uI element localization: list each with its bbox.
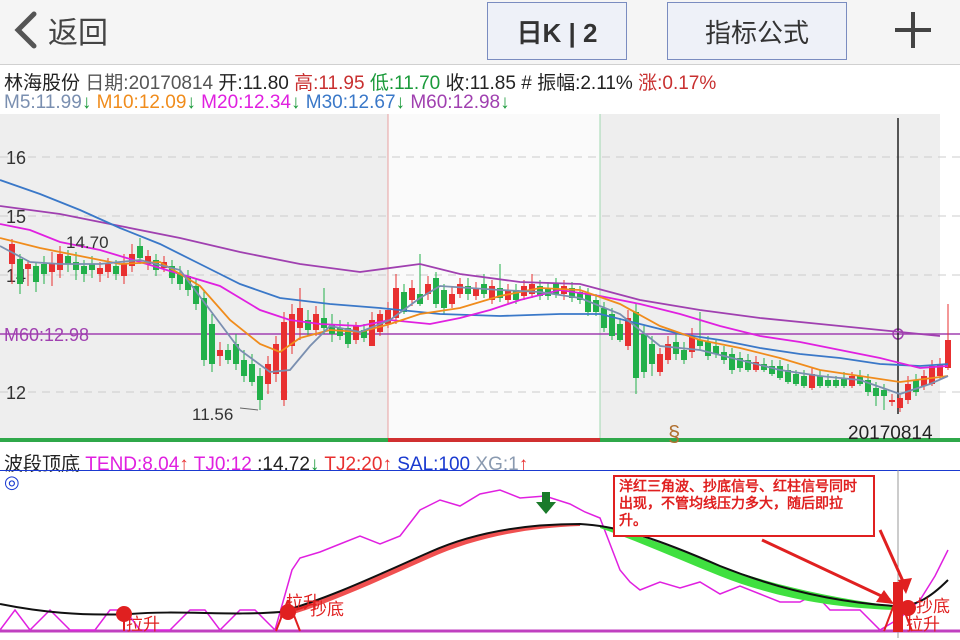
open-value: 11.80 [242, 73, 289, 94]
quote-info-line: 林海股份 日期:20170814 开:11.80 高:11.95 低:11.70… [4, 68, 716, 95]
low-marker: 11.56 [192, 405, 233, 424]
chevron-left-icon [14, 11, 37, 49]
kline-chart[interactable]: 16 15 14 12 M60:12.98 14.70 11.56 201708… [0, 114, 960, 444]
ma5-legend: M5:11.99↓ [4, 92, 92, 113]
ma30-legend: M30:12.67↓ [305, 92, 406, 113]
ma20-legend: M20:12.34↓ [201, 92, 301, 113]
high-value: 11.95 [318, 73, 365, 94]
close-label: 收: [445, 73, 470, 94]
high-marker: 14.70 [66, 233, 109, 252]
low-value: 11.70 [394, 73, 441, 94]
amplitude-label: 振幅: [537, 73, 581, 94]
ma10-legend: M10:12.09↓ [96, 92, 196, 113]
signal-label-3: 抄底 [310, 600, 344, 619]
back-button[interactable]: 返回 [12, 8, 108, 52]
indicator-formula-button[interactable]: 指标公式 [667, 2, 847, 60]
signal-label-4: 抄底 [916, 597, 950, 616]
y-tick-16: 16 [6, 148, 26, 168]
open-label: 开: [218, 73, 243, 94]
ma-legend: M5:11.99↓ M10:12.09↓ M20:12.34↓ M30:12.6… [4, 92, 510, 114]
y-tick-14: 14 [6, 266, 26, 286]
change-label: 涨: [638, 73, 663, 94]
annotation-callout: 洋红三角波、抄底信号、红柱信号同时出现，不管均线压力多大，随后即拉升。 [613, 475, 875, 537]
date-marker: 20170814 [848, 423, 933, 444]
y-tick-15: 15 [6, 207, 26, 227]
low-label: 低: [369, 73, 395, 94]
date-value: 20170814 [128, 73, 214, 94]
back-label: 返回 [48, 17, 108, 50]
signal-label-1: 拉升 [126, 615, 160, 634]
signal-marker-3: 抄底 拉升 [883, 582, 950, 634]
top-bar: 返回 日K | 2 指标公式 [0, 0, 960, 65]
high-label: 高: [294, 73, 319, 94]
hash-mark: # [521, 73, 532, 94]
stock-name: 林海股份 [4, 73, 81, 94]
date-label: 日期: [85, 73, 129, 94]
y-tick-12: 12 [6, 383, 26, 403]
amplitude-value: 2.11% [580, 73, 633, 94]
ma60-legend: M60:12.98↓ [410, 92, 510, 113]
plus-icon[interactable] [893, 6, 933, 54]
down-arrow-icon [536, 492, 556, 514]
green-fall-band [600, 526, 895, 610]
section-mark: § [668, 421, 680, 444]
close-value: 11.85 [469, 73, 516, 94]
signal-label-5: 拉升 [906, 615, 940, 634]
circle-icon: ◎ [4, 472, 20, 492]
change-value: 0.17% [662, 73, 717, 94]
kline-period-button[interactable]: 日K | 2 [487, 2, 627, 60]
m60-marker: M60:12.98 [4, 325, 89, 345]
